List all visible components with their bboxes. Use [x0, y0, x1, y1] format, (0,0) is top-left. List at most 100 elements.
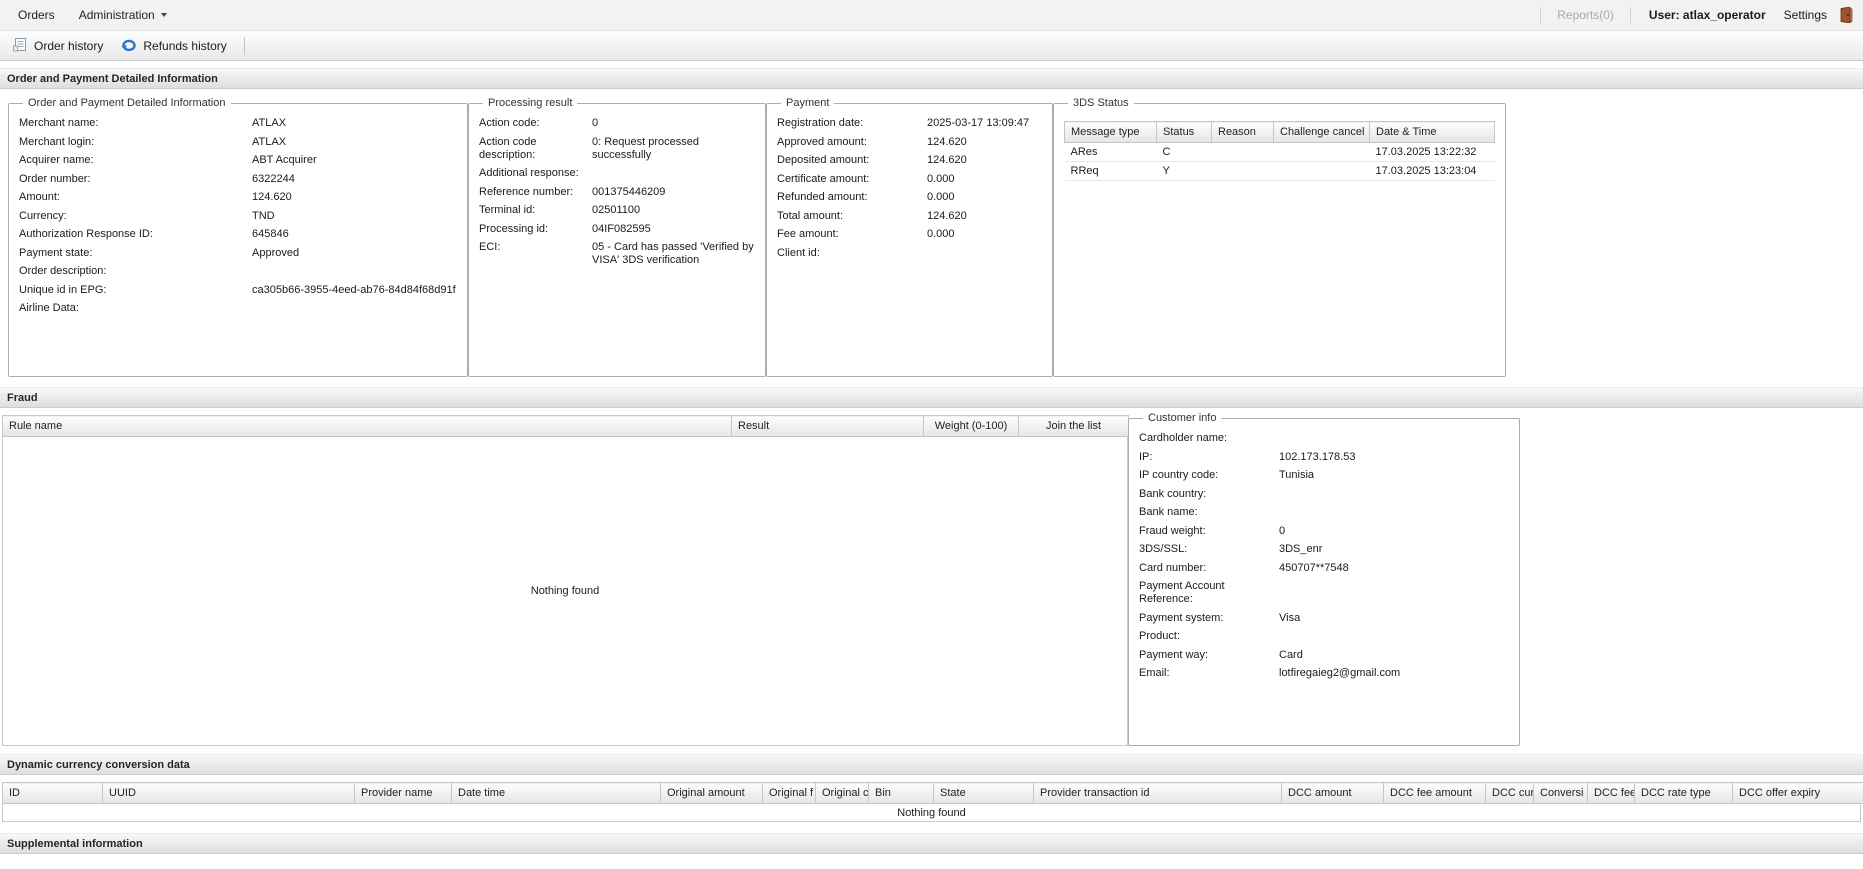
- field-row: Authorization Response ID: 645846: [19, 228, 457, 241]
- section-title: Order and Payment Detailed Information: [7, 72, 218, 85]
- processing-result-panel-legend: Processing result: [488, 97, 573, 109]
- field-row: Payment Account Reference:: [1139, 580, 1509, 606]
- field-label: Merchant login:: [19, 135, 95, 148]
- field-value: [252, 302, 457, 315]
- section-header-supplemental: Supplemental information: [0, 833, 1863, 854]
- field-label: Bank name:: [1139, 506, 1198, 518]
- cell-datetime: 17.03.2025 13:23:04: [1369, 161, 1495, 181]
- field-value: lotfiregaieg2@gmail.com: [1279, 667, 1401, 679]
- menu-administration-label: Administration: [78, 8, 155, 22]
- field-row: Refunded amount: 0.000: [777, 191, 1042, 204]
- field-label: Certificate amount:: [777, 172, 870, 185]
- cell-reason: [1211, 161, 1274, 181]
- field-value: Approved: [252, 246, 300, 259]
- customer-info-panel: Customer info Cardholder name: IP: 102.1…: [1128, 412, 1520, 746]
- field-label: Bank country:: [1139, 487, 1207, 500]
- payment-panel-legend: Payment: [786, 97, 830, 109]
- threeds-status-table: Message type Status Reason Challenge can…: [1064, 121, 1495, 181]
- section-title: Supplemental information: [7, 837, 143, 850]
- field-label: Currency:: [19, 209, 67, 222]
- dcc-nothing-found-label: Nothing found: [897, 806, 966, 819]
- dcc-table-header: ID UUID Provider name Date time Original…: [2, 782, 1863, 804]
- field-label: Email:: [1139, 667, 1170, 679]
- threeds-header-row: Message type Status Reason Challenge can…: [1064, 121, 1495, 143]
- column-header: Join the list: [1018, 415, 1129, 437]
- threeds-status-panel: 3DS Status Message type Status Reason Ch…: [1053, 97, 1506, 377]
- field-label: Payment system:: [1139, 611, 1224, 624]
- field-value: Tunisia: [1279, 469, 1315, 481]
- field-value: 450707**7548: [1279, 561, 1349, 574]
- order-history-button[interactable]: Order history: [4, 34, 112, 58]
- field-row: 3DS/SSL: 3DS_enr: [1139, 543, 1509, 556]
- field-value: 124.620: [927, 209, 967, 222]
- field-row: Payment system: Visa: [1139, 612, 1509, 625]
- field-row: Card number: 450707**7548: [1139, 562, 1509, 575]
- field-row: Client id:: [777, 247, 1042, 260]
- refunds-history-button[interactable]: Refunds history: [112, 34, 235, 58]
- field-row: Cardholder name:: [1139, 432, 1509, 445]
- column-header: DCC fee: [1587, 782, 1635, 804]
- field-value: 6322244: [252, 172, 295, 185]
- fraud-table-header: Rule name Result Weight (0-100) Join the…: [2, 415, 1129, 437]
- order-history-icon: [13, 37, 28, 55]
- payment-fields: Registration date: 2025-03-17 13:09:47 A…: [777, 117, 1042, 260]
- field-row: Reference number: 001375446209: [479, 186, 755, 199]
- fraud-table-empty-body: Nothing found: [2, 437, 1128, 746]
- column-header: Message type: [1064, 121, 1157, 143]
- logout-door-icon[interactable]: [1839, 7, 1853, 23]
- field-label: Client id:: [777, 246, 820, 259]
- field-label: Merchant name:: [19, 117, 99, 129]
- field-row: Airline Data:: [19, 302, 457, 315]
- section-header-order-payment: Order and Payment Detailed Information: [0, 68, 1863, 89]
- field-row: Merchant name: ATLAX: [19, 117, 457, 130]
- chevron-down-icon: [160, 13, 167, 17]
- field-label: Fee amount:: [777, 228, 839, 240]
- menu-bar: Orders Administration Reports(0) User: a…: [0, 0, 1863, 31]
- field-value: [1279, 488, 1509, 501]
- field-value: ATLAX: [252, 117, 287, 129]
- cell-datetime: 17.03.2025 13:22:32: [1369, 142, 1495, 162]
- field-label: Terminal id:: [479, 204, 536, 216]
- field-row: Payment state: Approved: [19, 247, 457, 260]
- menu-orders[interactable]: Orders: [6, 8, 67, 22]
- field-row: Registration date: 2025-03-17 13:09:47: [777, 117, 1042, 130]
- cell-status: C: [1156, 142, 1212, 162]
- cell-reason: [1211, 142, 1274, 162]
- column-header: Bin: [868, 782, 934, 804]
- section-header-dcc: Dynamic currency conversion data: [0, 754, 1863, 775]
- refunds-history-label: Refunds history: [143, 38, 227, 53]
- section-header-fraud: Fraud: [0, 387, 1863, 408]
- column-header: ID: [2, 782, 103, 804]
- fraud-nothing-found-label: Nothing found: [530, 585, 600, 597]
- field-label: Additional response:: [479, 167, 579, 179]
- field-row: Processing id: 04IF082595: [479, 223, 755, 236]
- field-value: 124.620: [927, 154, 967, 166]
- menu-settings[interactable]: Settings: [1774, 8, 1837, 22]
- column-header: Weight (0-100): [923, 415, 1019, 437]
- table-row: ARes C 17.03.2025 13:22:32: [1064, 142, 1495, 162]
- field-label: Payment state:: [19, 246, 93, 259]
- column-header: UUID: [102, 782, 355, 804]
- field-row: Certificate amount: 0.000: [777, 173, 1042, 186]
- field-row: Currency: TND: [19, 210, 457, 223]
- field-label: Cardholder name:: [1139, 432, 1228, 444]
- dcc-table-empty-body: Nothing found: [2, 804, 1861, 822]
- field-value: 05 - Card has passed 'Verified by VISA' …: [592, 241, 754, 266]
- menu-bar-right: Reports(0) User: atlax_operator Settings: [1530, 7, 1857, 23]
- field-value: ca305b66-3955-4eed-ab76-84d84f68d91f: [252, 283, 456, 296]
- field-row: IP country code: Tunisia: [1139, 469, 1509, 482]
- field-label: Order number:: [19, 172, 91, 185]
- field-value: 0: Request processed successfully: [592, 135, 700, 161]
- field-value: 2025-03-17 13:09:47: [927, 117, 1030, 129]
- field-row: Action code description: 0: Request proc…: [479, 136, 755, 162]
- menu-reports[interactable]: Reports(0): [1551, 8, 1620, 22]
- field-value: [927, 247, 1042, 260]
- field-value: Card: [1279, 648, 1303, 661]
- field-value: [252, 265, 457, 278]
- field-value: 0.000: [927, 191, 955, 203]
- field-row: Payment way: Card: [1139, 649, 1509, 662]
- field-value: 0: [592, 117, 599, 129]
- column-header: Rule name: [2, 415, 732, 437]
- menu-administration[interactable]: Administration: [67, 8, 179, 22]
- field-row: Order description:: [19, 265, 457, 278]
